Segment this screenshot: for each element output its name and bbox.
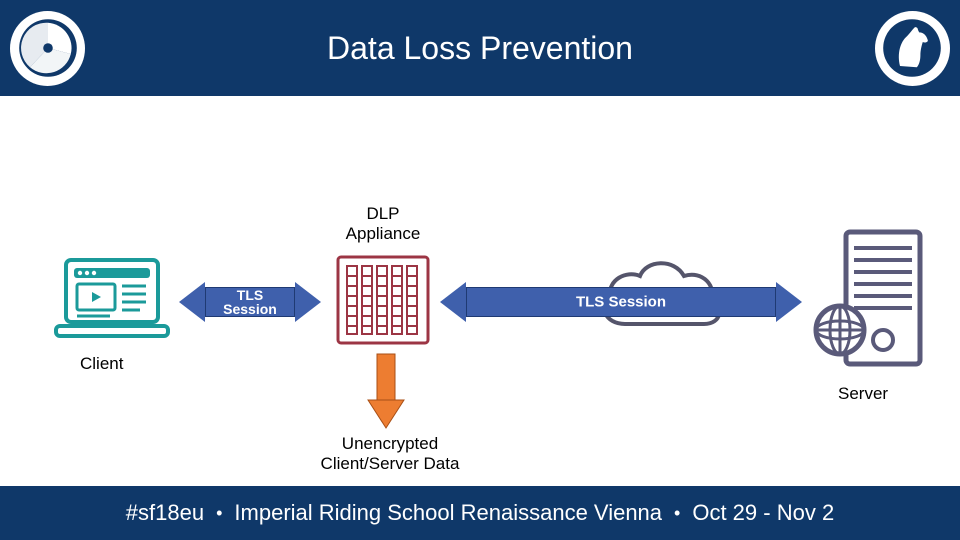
spinner-logo-icon <box>10 11 85 86</box>
footer-sep2: • <box>674 503 680 524</box>
footer-dates: Oct 29 - Nov 2 <box>692 500 834 526</box>
slide-footer: #sf18eu • Imperial Riding School Renaiss… <box>0 486 960 540</box>
footer-venue: Imperial Riding School Renaissance Vienn… <box>234 500 662 526</box>
right-arrow-head-left-icon <box>440 282 466 322</box>
server-label: Server <box>838 384 888 404</box>
diagram-canvas: DLP Appliance TLS Session <box>0 96 960 486</box>
tls-right-arrow: TLS Session <box>466 287 776 317</box>
dlp-appliance-icon <box>335 254 431 351</box>
left-arrow-head-left-icon <box>179 282 205 322</box>
tls-right-label: TLS Session <box>467 294 775 311</box>
dlp-appliance-label: DLP Appliance <box>333 204 433 245</box>
slide-header: Data Loss Prevention <box>0 0 960 96</box>
client-laptop-icon <box>52 256 172 346</box>
right-arrow-head-right-icon <box>776 282 802 322</box>
tls-left-label: TLS Session <box>206 288 294 316</box>
slide-title: Data Loss Prevention <box>327 30 633 67</box>
horse-logo-icon <box>875 11 950 86</box>
footer-sep1: • <box>216 503 222 524</box>
tls-left-arrow: TLS Session <box>205 287 295 317</box>
left-arrow-head-right-icon <box>295 282 321 322</box>
footer-hashtag: #sf18eu <box>126 500 204 526</box>
server-icon <box>812 226 932 381</box>
unencrypted-label: Unencrypted Client/Server Data <box>300 434 480 475</box>
client-label: Client <box>80 354 123 374</box>
down-arrow-icon <box>366 352 406 435</box>
